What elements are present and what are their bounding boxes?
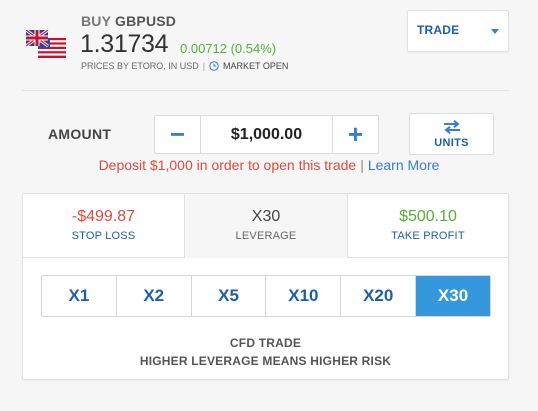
leverage-options: X1 X2 X5 X10 X20 X30 — [41, 275, 491, 317]
tab-stop-loss[interactable]: -$499.87 STOP LOSS — [23, 194, 185, 258]
increase-amount-button[interactable]: + — [332, 116, 378, 153]
price-meta: PRICES BY ETORO, IN USD | MARKET OPEN — [81, 61, 288, 71]
tab-take-profit[interactable]: $500.10 TAKE PROFIT — [347, 194, 508, 258]
learn-more-link[interactable]: Learn More — [368, 157, 440, 173]
instrument-symbol: GBPUSD — [115, 13, 177, 29]
leverage-option-x5[interactable]: X5 — [192, 276, 267, 316]
leverage-label: LEVERAGE — [235, 230, 297, 242]
trade-settings-panel: -$499.87 STOP LOSS X30 LEVERAGE $500.10 … — [22, 193, 509, 380]
leverage-option-x20[interactable]: X20 — [341, 276, 417, 316]
trade-dropdown-label: TRADE — [417, 23, 460, 37]
amount-input[interactable]: $1,000.00 — [201, 116, 332, 153]
risk-warning: HIGHER LEVERAGE MEANS HIGHER RISK — [139, 354, 392, 368]
cfd-trade-label: CFD TRADE — [229, 336, 302, 350]
trade-type-dropdown[interactable]: TRADE — [407, 10, 509, 52]
deposit-notice: Deposit $1,000 in order to open this tra… — [0, 157, 538, 173]
header-divider — [22, 90, 509, 91]
stop-loss-label: STOP LOSS — [71, 230, 136, 242]
decrease-amount-button[interactable]: − — [155, 116, 201, 153]
take-profit-value: $500.10 — [399, 208, 457, 225]
meta-separator: | — [202, 61, 206, 71]
leverage-option-x30[interactable]: X30 — [416, 276, 490, 316]
price-change: 0.00712 (0.54%) — [180, 41, 277, 56]
amount-label: AMOUNT — [48, 126, 112, 142]
gbp-usd-flag-icon — [26, 30, 66, 58]
leverage-option-x10[interactable]: X10 — [266, 276, 342, 316]
tab-leverage[interactable]: X30 LEVERAGE — [185, 194, 347, 258]
trade-action: BUY — [81, 13, 111, 29]
instrument-title: BUY GBPUSD — [81, 13, 176, 29]
instrument-header: BUY GBPUSD 1.31734 0.00712 (0.54%) PRICE… — [0, 0, 538, 90]
swap-arrows-icon — [443, 119, 460, 134]
leverage-option-x1[interactable]: X1 — [42, 276, 117, 316]
market-status: MARKET OPEN — [223, 61, 289, 71]
clock-icon — [209, 61, 219, 71]
units-label: UNITS — [434, 136, 469, 149]
leverage-value: X30 — [251, 208, 281, 225]
stop-loss-value: -$499.87 — [71, 208, 136, 225]
chevron-down-icon — [491, 29, 499, 34]
units-toggle-button[interactable]: UNITS — [409, 113, 494, 155]
deposit-warning: Deposit $1,000 in order to open this tra… — [98, 157, 357, 173]
leverage-option-x2[interactable]: X2 — [117, 276, 192, 316]
amount-stepper: − $1,000.00 + — [154, 115, 379, 154]
take-profit-label: TAKE PROFIT — [391, 230, 465, 242]
prices-source: PRICES BY ETORO, IN USD — [81, 61, 199, 71]
deposit-separator: | — [360, 157, 364, 173]
instrument-price: 1.31734 — [80, 30, 169, 58]
